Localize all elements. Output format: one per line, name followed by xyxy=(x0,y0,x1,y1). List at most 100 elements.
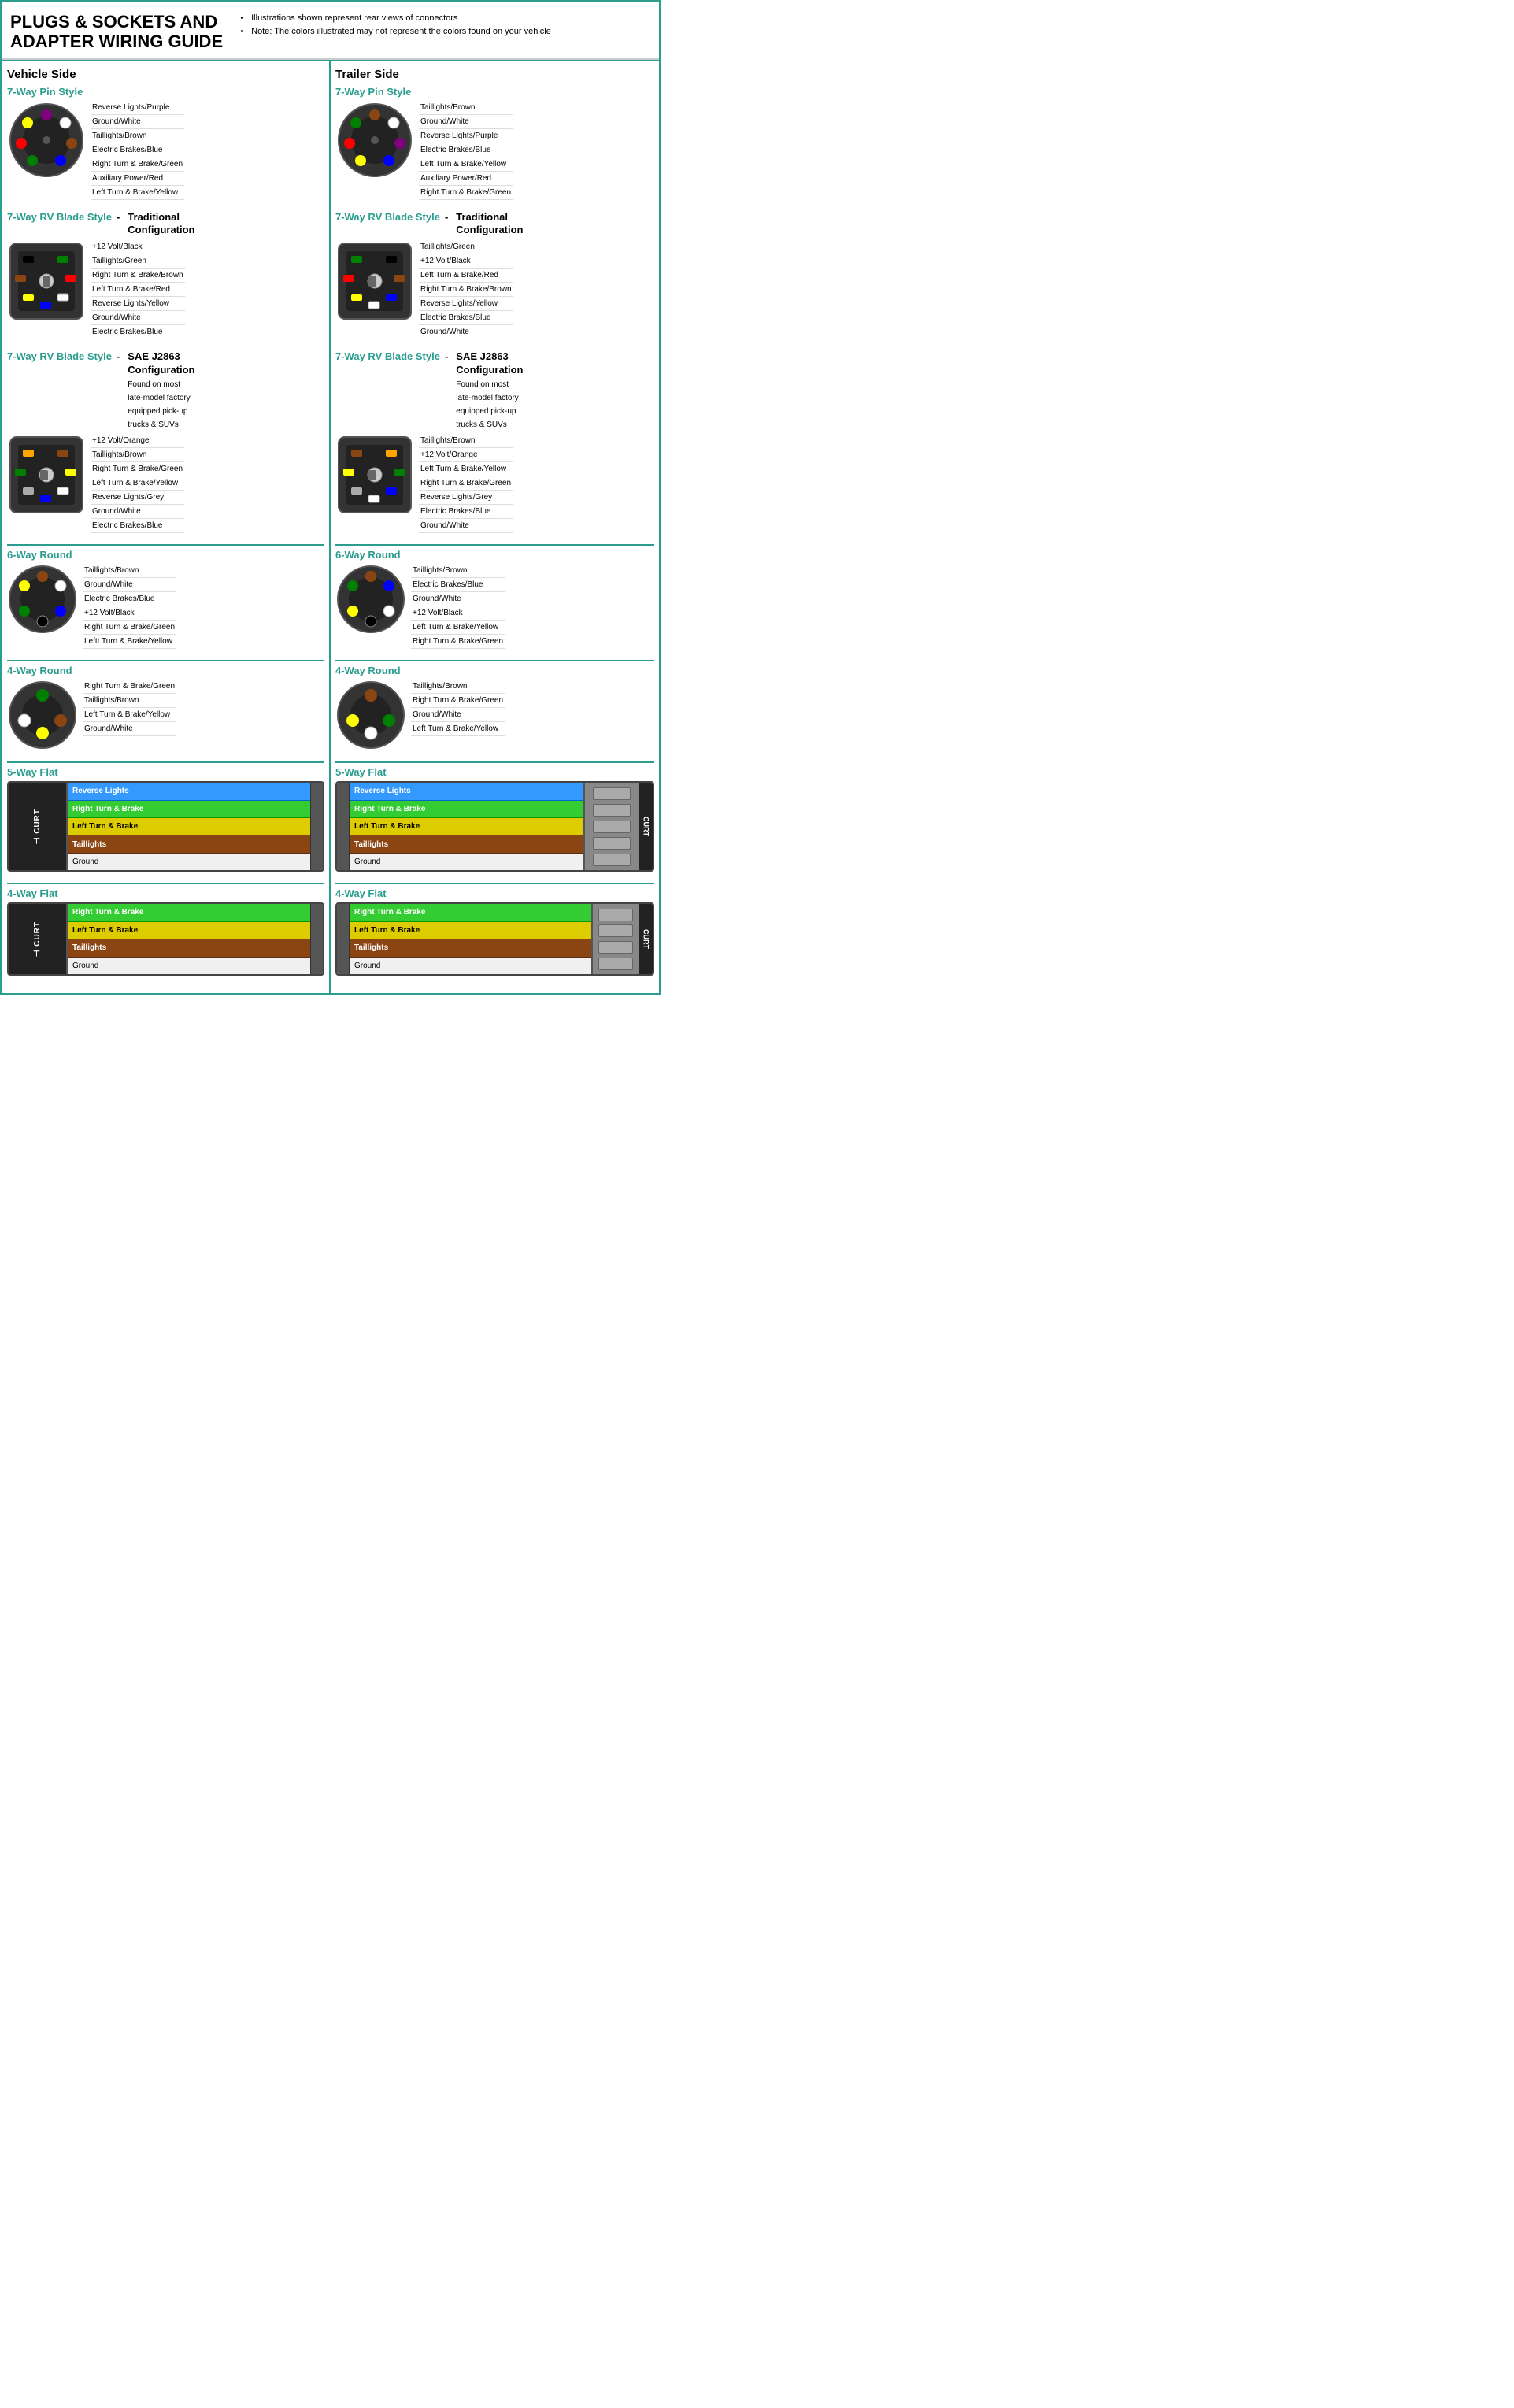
trailer-6way-round-title: 6-Way Round xyxy=(335,549,654,561)
pin-t3 xyxy=(598,941,633,954)
vehicle-7way-rv-blade-trad-svg xyxy=(7,240,86,323)
divider-1 xyxy=(7,544,324,546)
vehicle-6way-round-wires: Taillights/Brown Ground/White Electric B… xyxy=(83,564,176,649)
trailer-7way-rv-trad-block: Taillights/Green +12 Volt/Black Left Tur… xyxy=(335,240,654,339)
trailer-7way-rv-sae-title: 7-Way RV Blade Style xyxy=(335,350,440,362)
page-wrapper: PLUGS & SOCKETS ANDADAPTER WIRING GUIDE … xyxy=(2,2,659,993)
flat-wire-right: Right Turn & Brake xyxy=(68,801,310,818)
divider-t4 xyxy=(335,883,654,884)
pin-4 xyxy=(593,837,631,850)
vehicle-7way-rv-trad-config: TraditionalConfiguration xyxy=(128,211,194,238)
pin-2 xyxy=(593,804,631,817)
vehicle-7way-rv-trad-block: +12 Volt/Black Taillights/Green Right Tu… xyxy=(7,240,324,339)
vehicle-7way-pin-title: 7-Way Pin Style xyxy=(7,86,324,98)
header-notes: Illustrations shown represent rear views… xyxy=(239,12,551,38)
divider-4 xyxy=(7,883,324,884)
divider-t1 xyxy=(335,544,654,546)
vehicle-4way-flat-stub xyxy=(310,904,323,974)
trailer-4way-round: 4-Way Round Taillights/Brown Right Turn … xyxy=(335,665,654,750)
trailer-7way-pin-wires: Taillights/Brown Ground/White Reverse Li… xyxy=(419,101,513,200)
trailer-5way-flat-brand: CURT xyxy=(642,817,650,836)
trailer-side-title: Trailer Side xyxy=(335,68,654,81)
trailer-4way-flat-stub xyxy=(337,904,350,974)
trailer-7way-rv-sae-config: SAE J2863ConfigurationFound on mostlate-… xyxy=(456,350,523,431)
trailer-7way-pin-svg xyxy=(335,101,414,180)
trailer-4way-round-wires: Taillights/Brown Right Turn & Brake/Gree… xyxy=(411,680,505,736)
vehicle-7way-pin-block: Reverse Lights/Purple Ground/White Taill… xyxy=(7,101,324,200)
trailer-6way-round-block: Taillights/Brown Electric Brakes/Blue Gr… xyxy=(335,564,654,649)
vehicle-5way-flat-body: ⊣ CURT xyxy=(9,783,68,870)
vehicle-4way-flat-brand: ⊣ CURT xyxy=(33,921,42,957)
trailer-5way-flat-pins xyxy=(583,783,639,870)
trailer-7way-rv-trad-title-row: 7-Way RV Blade Style - TraditionalConfig… xyxy=(335,211,654,238)
vehicle-7way-pin: 7-Way Pin Style xyxy=(7,86,324,200)
trailer-7way-rv-blade-sae-svg xyxy=(335,434,414,517)
vehicle-5way-flat-wires: Reverse Lights Right Turn & Brake Left T… xyxy=(68,783,310,870)
trailer-6way-round: 6-Way Round Taillights/Brown E xyxy=(335,549,654,649)
main-content: Vehicle Side 7-Way Pin Style xyxy=(2,60,659,994)
note-2: Note: The colors illustrated may not rep… xyxy=(251,25,551,39)
vehicle-4way-flat-title: 4-Way Flat xyxy=(7,887,324,899)
flat-wire-reverse: Reverse Lights xyxy=(68,783,310,800)
divider-t3 xyxy=(335,761,654,763)
divider-3 xyxy=(7,761,324,763)
trailer-7way-pin-title: 7-Way Pin Style xyxy=(335,86,654,98)
vehicle-7way-rv-trad-wires: +12 Volt/Black Taillights/Green Right Tu… xyxy=(91,240,185,339)
vehicle-side-title: Vehicle Side xyxy=(7,68,324,81)
trailer-4way-flat: 4-Way Flat Right Turn & Brake Left Turn … xyxy=(335,887,654,976)
vehicle-5way-flat-title: 5-Way Flat xyxy=(7,766,324,778)
trailer-7way-rv-trad-wires: Taillights/Green +12 Volt/Black Left Tur… xyxy=(419,240,513,339)
header: PLUGS & SOCKETS ANDADAPTER WIRING GUIDE … xyxy=(2,2,659,60)
trailer-7way-rv-blade-trad-svg xyxy=(335,240,414,323)
pin-t2 xyxy=(598,924,633,937)
vehicle-4way-flat-wires: Right Turn & Brake Left Turn & Brake Tai… xyxy=(68,904,310,974)
trailer-5way-flat-stub xyxy=(337,783,350,870)
pin-t1 xyxy=(598,909,633,921)
vehicle-4way-round-title: 4-Way Round xyxy=(7,665,324,676)
flat-wire-left-4v: Left Turn & Brake xyxy=(68,922,310,940)
vehicle-7way-rv-trad-title: 7-Way RV Blade Style xyxy=(7,211,112,223)
vehicle-7way-rv-trad: 7-Way RV Blade Style - TraditionalConfig… xyxy=(7,211,324,340)
trailer-4way-round-svg xyxy=(335,680,406,750)
flat-wire-tail: Taillights xyxy=(68,835,310,853)
divider-t2 xyxy=(335,660,654,661)
pin-t4 xyxy=(598,958,633,970)
flat-wire-left: Left Turn & Brake xyxy=(68,818,310,835)
trailer-5way-flat-body-right: CURT xyxy=(639,783,653,870)
trailer-flat-wire-tail: Taillights xyxy=(350,835,583,853)
trailer-5way-flat-title: 5-Way Flat xyxy=(335,766,654,778)
trailer-4way-flat-pins xyxy=(591,904,639,974)
trailer-flat-wire-right-4: Right Turn & Brake xyxy=(350,904,591,922)
trailer-4way-flat-title: 4-Way Flat xyxy=(335,887,654,899)
trailer-7way-pin-block: Taillights/Brown Ground/White Reverse Li… xyxy=(335,101,654,200)
trailer-flat-wire-ground: Ground xyxy=(350,854,583,870)
vehicle-6way-round-title: 6-Way Round xyxy=(7,549,324,561)
flat-wire-ground-4v: Ground xyxy=(68,958,310,975)
flat-wire-tail-4v: Taillights xyxy=(68,939,310,958)
vehicle-7way-rv-trad-title-row: 7-Way RV Blade Style - TraditionalConfig… xyxy=(7,211,324,238)
trailer-6way-round-svg xyxy=(335,564,406,635)
trailer-5way-flat-wires: Reverse Lights Right Turn & Brake Left T… xyxy=(350,783,583,870)
trailer-4way-flat-body-right: CURT xyxy=(639,904,653,974)
trailer-7way-rv-trad: 7-Way RV Blade Style - TraditionalConfig… xyxy=(335,211,654,340)
trailer-7way-rv-sae: 7-Way RV Blade Style - SAE J2863Configur… xyxy=(335,350,654,533)
vehicle-4way-round-block: Right Turn & Brake/Green Taillights/Brow… xyxy=(7,680,324,750)
trailer-flat-wire-left-4: Left Turn & Brake xyxy=(350,922,591,940)
pin-3 xyxy=(593,821,631,833)
vehicle-7way-pin-svg xyxy=(7,101,86,180)
vehicle-6way-round-svg xyxy=(7,564,78,635)
vehicle-7way-rv-sae-block: +12 Volt/Orange Taillights/Brown Right T… xyxy=(7,434,324,533)
vehicle-7way-rv-sae-config: SAE J2863ConfigurationFound on mostlate-… xyxy=(128,350,194,431)
flat-wire-ground: Ground xyxy=(68,854,310,870)
vehicle-4way-round-svg xyxy=(7,680,78,750)
trailer-4way-flat-wires: Right Turn & Brake Left Turn & Brake Tai… xyxy=(350,904,591,974)
trailer-7way-rv-sae-title-row: 7-Way RV Blade Style - SAE J2863Configur… xyxy=(335,350,654,431)
flat-wire-right-4v: Right Turn & Brake xyxy=(68,904,310,922)
trailer-7way-rv-sae-block: Taillights/Brown +12 Volt/Orange Left Tu… xyxy=(335,434,654,533)
trailer-4way-flat-brand: CURT xyxy=(642,929,650,949)
trailer-flat-wire-left: Left Turn & Brake xyxy=(350,818,583,835)
vehicle-5way-flat-stub xyxy=(310,783,323,870)
vehicle-4way-flat: 4-Way Flat ⊣ CURT Right Turn & Brake Lef… xyxy=(7,887,324,976)
vehicle-7way-rv-sae-wires: +12 Volt/Orange Taillights/Brown Right T… xyxy=(91,434,184,533)
divider-2 xyxy=(7,660,324,661)
